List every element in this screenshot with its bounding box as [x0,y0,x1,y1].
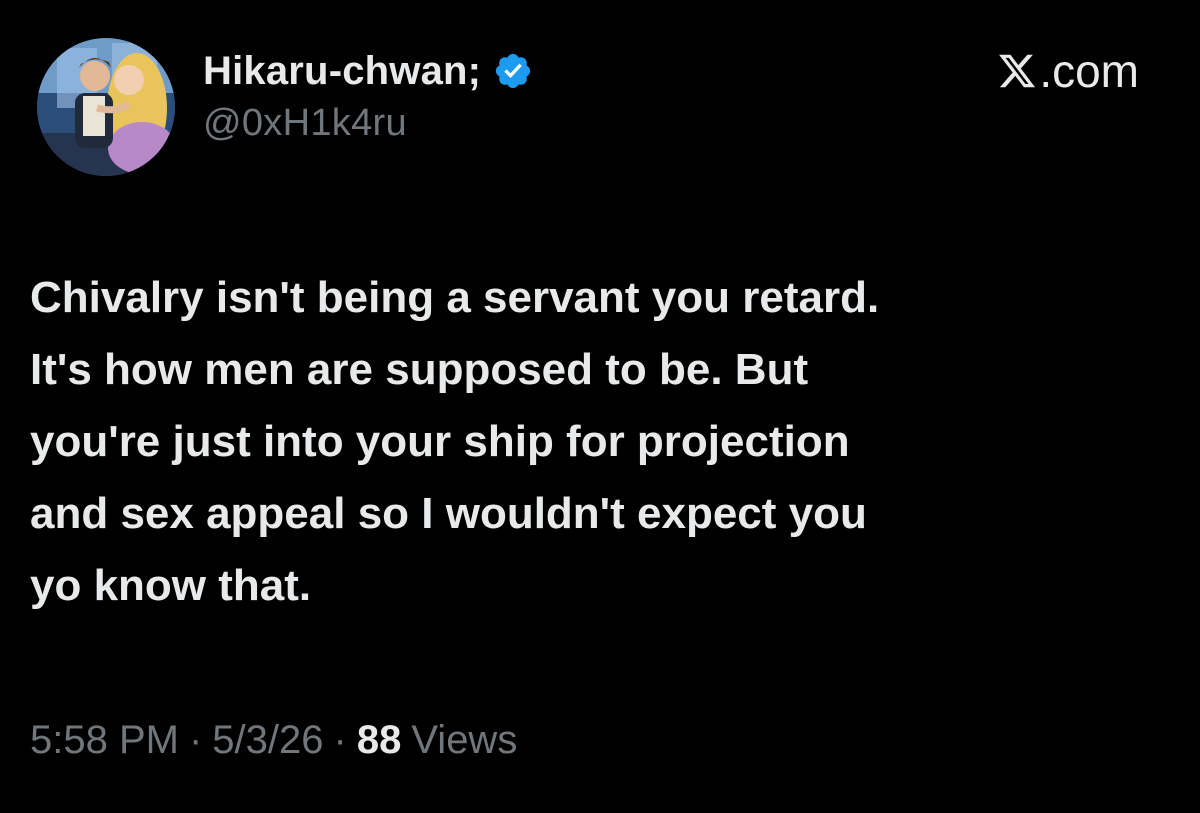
meta-separator: · [333,718,347,762]
tweet-time[interactable]: 5:58 PM [30,718,179,763]
verified-badge-icon [496,53,531,89]
handle[interactable]: @0xH1k4ru [203,102,533,145]
tweet-date[interactable]: 5/3/26 [212,718,323,763]
avatar[interactable] [37,38,175,176]
tweet-header: Hikaru-chwan; @0xH1k4ru .com [37,38,1163,178]
avatar-image [37,38,175,176]
meta-separator: · [188,718,203,762]
author-names: Hikaru-chwan; @0xH1k4ru [203,44,533,145]
x-logo-icon [999,54,1036,88]
views-label: Views [411,718,518,762]
display-name[interactable]: Hikaru-chwan; [203,49,481,94]
tweet-meta: 5:58 PM · 5/3/26 · 88 Views [30,718,517,763]
tweet-text: Chivalry isn't being a servant you retar… [30,273,880,610]
display-name-row: Hikaru-chwan; [203,44,533,98]
x-com-label: .com [1039,45,1139,97]
x-com-watermark: .com [997,44,1139,98]
views-count[interactable]: 88 [357,718,402,763]
